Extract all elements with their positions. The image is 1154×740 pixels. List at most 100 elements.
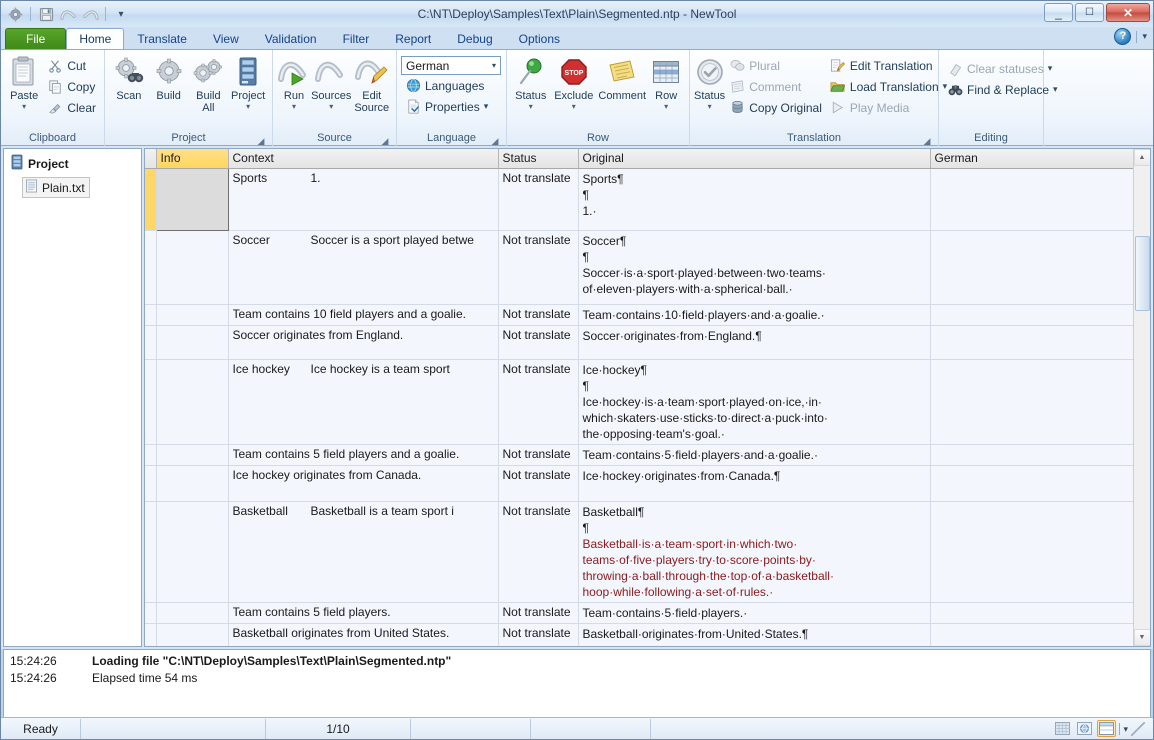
tab-home[interactable]: Home: [66, 28, 125, 49]
table-row[interactable]: Sports 1. Not translate Sports¶ ¶ 1.·: [145, 167, 1150, 231]
clear-button[interactable]: Clear: [43, 97, 100, 118]
cell-context[interactable]: Ice hockey Ice hockey is a team sport: [228, 359, 499, 445]
cell-context[interactable]: Team contains 5 field players.: [228, 602, 499, 624]
row-selector[interactable]: [145, 444, 157, 466]
cut-button[interactable]: Cut: [43, 55, 100, 76]
project-dialog-launcher-icon[interactable]: ◢: [256, 136, 266, 146]
project-button[interactable]: Project ▾: [228, 53, 268, 111]
cell-original[interactable]: Basketball¶ ¶ Basketball·is·a·team·sport…: [578, 501, 931, 603]
redo-icon[interactable]: [80, 4, 100, 24]
grid-view-icon[interactable]: [1053, 720, 1072, 737]
paste-button[interactable]: Paste ▾: [5, 53, 43, 111]
tab-translate[interactable]: Translate: [124, 28, 200, 49]
row-selector[interactable]: [145, 602, 157, 624]
cell-info[interactable]: [155, 167, 229, 231]
cell-context[interactable]: Basketball originates from United States…: [228, 623, 499, 646]
cell-context[interactable]: Soccer originates from England.: [228, 325, 499, 360]
tab-filter[interactable]: Filter: [330, 28, 383, 49]
column-header-original[interactable]: Original: [578, 149, 931, 169]
column-header-context[interactable]: Context: [228, 149, 499, 169]
cell-context[interactable]: Soccer Soccer is a sport played betwe: [228, 230, 499, 305]
row-comment-button[interactable]: Comment: [597, 53, 647, 102]
cell-german[interactable]: [930, 168, 1150, 231]
cell-context[interactable]: Basketball Basketball is a team sport i: [228, 501, 499, 603]
column-header-status[interactable]: Status: [498, 149, 579, 169]
load-translation-button[interactable]: Load Translation ▾: [826, 76, 951, 97]
cell-german[interactable]: [930, 623, 1150, 646]
scan-button[interactable]: Scan: [109, 53, 149, 102]
row-selector[interactable]: [145, 304, 157, 326]
resize-grip-icon[interactable]: [1131, 721, 1145, 736]
translation-dialog-launcher-icon[interactable]: ◢: [922, 136, 932, 146]
cell-original[interactable]: Team·contains·10·field·players·and·a·goa…: [578, 304, 931, 326]
status-overflow-chevron-down-icon[interactable]: ▾: [1123, 719, 1128, 739]
sources-chevron-down-icon[interactable]: ▾: [329, 103, 333, 111]
plural-button[interactable]: Plural: [725, 55, 826, 76]
table-row[interactable]: Basketball originates from United States…: [145, 623, 1150, 646]
exclude-chevron-down-icon[interactable]: ▾: [572, 103, 576, 111]
row-status-chevron-down-icon[interactable]: ▾: [529, 103, 533, 111]
app-menu-gear-icon[interactable]: [5, 4, 25, 24]
cell-german[interactable]: [930, 325, 1150, 360]
cell-german[interactable]: [930, 444, 1150, 466]
cell-status[interactable]: Not translate: [498, 359, 579, 445]
cell-original[interactable]: Ice·hockey¶ ¶ Ice·hockey·is·a·team·sport…: [578, 359, 931, 445]
cell-status[interactable]: Not translate: [498, 230, 579, 305]
cell-info[interactable]: [156, 304, 229, 326]
cell-original[interactable]: Team·contains·5·field·players.·: [578, 602, 931, 624]
grid-vertical-scrollbar[interactable]: ▲ ▼: [1133, 149, 1150, 646]
cell-status[interactable]: Not translate: [498, 168, 579, 231]
tab-debug[interactable]: Debug: [444, 28, 505, 49]
exclude-button[interactable]: STOP Exclude ▾: [550, 53, 597, 111]
paste-chevron-down-icon[interactable]: ▾: [22, 103, 26, 111]
row-button[interactable]: Row ▾: [647, 53, 685, 111]
column-header-german[interactable]: German: [930, 149, 1150, 169]
row-selector[interactable]: [145, 623, 157, 646]
target-language-chevron-down-icon[interactable]: ▾: [492, 61, 496, 70]
save-icon[interactable]: [36, 4, 56, 24]
table-row[interactable]: Basketball Basketball is a team sport i …: [145, 501, 1150, 603]
cell-status[interactable]: Not translate: [498, 444, 579, 466]
row-selector[interactable]: [145, 501, 157, 603]
tab-options[interactable]: Options: [506, 28, 573, 49]
project-tree-root[interactable]: Project: [8, 153, 137, 174]
scroll-down-arrow-icon[interactable]: ▼: [1133, 629, 1150, 646]
sources-button[interactable]: Sources ▾: [311, 53, 352, 111]
language-properties-chevron-down-icon[interactable]: ▾: [484, 101, 489, 112]
project-chevron-down-icon[interactable]: ▾: [246, 103, 250, 111]
cell-original[interactable]: Ice·hockey·originates·from·Canada.¶: [578, 465, 931, 502]
cell-german[interactable]: [930, 602, 1150, 624]
cell-status[interactable]: Not translate: [498, 623, 579, 646]
cell-info[interactable]: [156, 501, 229, 603]
translation-status-chevron-down-icon[interactable]: ▾: [708, 103, 712, 111]
cell-original[interactable]: Basketball·originates·from·United·States…: [578, 623, 931, 646]
table-row[interactable]: Ice hockey originates from Canada. Not t…: [145, 465, 1150, 502]
cell-status[interactable]: Not translate: [498, 304, 579, 326]
build-button[interactable]: Build: [149, 53, 189, 102]
cell-info[interactable]: [156, 359, 229, 445]
cell-original[interactable]: Soccer¶ ¶ Soccer·is·a·sport·played·betwe…: [578, 230, 931, 305]
row-selector[interactable]: [145, 465, 157, 502]
play-media-button[interactable]: Play Media: [826, 97, 951, 118]
cell-context[interactable]: Team contains 5 field players and a goal…: [228, 444, 499, 466]
cell-status[interactable]: Not translate: [498, 465, 579, 502]
target-language-select[interactable]: German ▾: [401, 56, 501, 75]
edit-source-button[interactable]: Edit Source: [352, 53, 393, 114]
edit-translation-button[interactable]: Edit Translation: [826, 55, 951, 76]
table-row[interactable]: Team contains 10 field players and a goa…: [145, 304, 1150, 326]
cell-status[interactable]: Not translate: [498, 602, 579, 624]
cell-info[interactable]: [156, 602, 229, 624]
cell-german[interactable]: [930, 304, 1150, 326]
row-selector[interactable]: [145, 230, 157, 305]
cell-german[interactable]: [930, 465, 1150, 502]
row-selector[interactable]: [145, 325, 157, 360]
cell-original[interactable]: Soccer·originates·from·England.¶: [578, 325, 931, 360]
cell-context[interactable]: Sports 1.: [228, 168, 499, 231]
column-header-info[interactable]: Info: [156, 149, 229, 169]
cell-status[interactable]: Not translate: [498, 501, 579, 603]
scroll-up-arrow-icon[interactable]: ▲: [1133, 149, 1150, 166]
run-chevron-down-icon[interactable]: ▾: [292, 103, 296, 111]
table-row[interactable]: Soccer originates from England. Not tran…: [145, 325, 1150, 360]
cell-context[interactable]: Team contains 10 field players and a goa…: [228, 304, 499, 326]
language-dialog-launcher-icon[interactable]: ◢: [490, 136, 500, 146]
